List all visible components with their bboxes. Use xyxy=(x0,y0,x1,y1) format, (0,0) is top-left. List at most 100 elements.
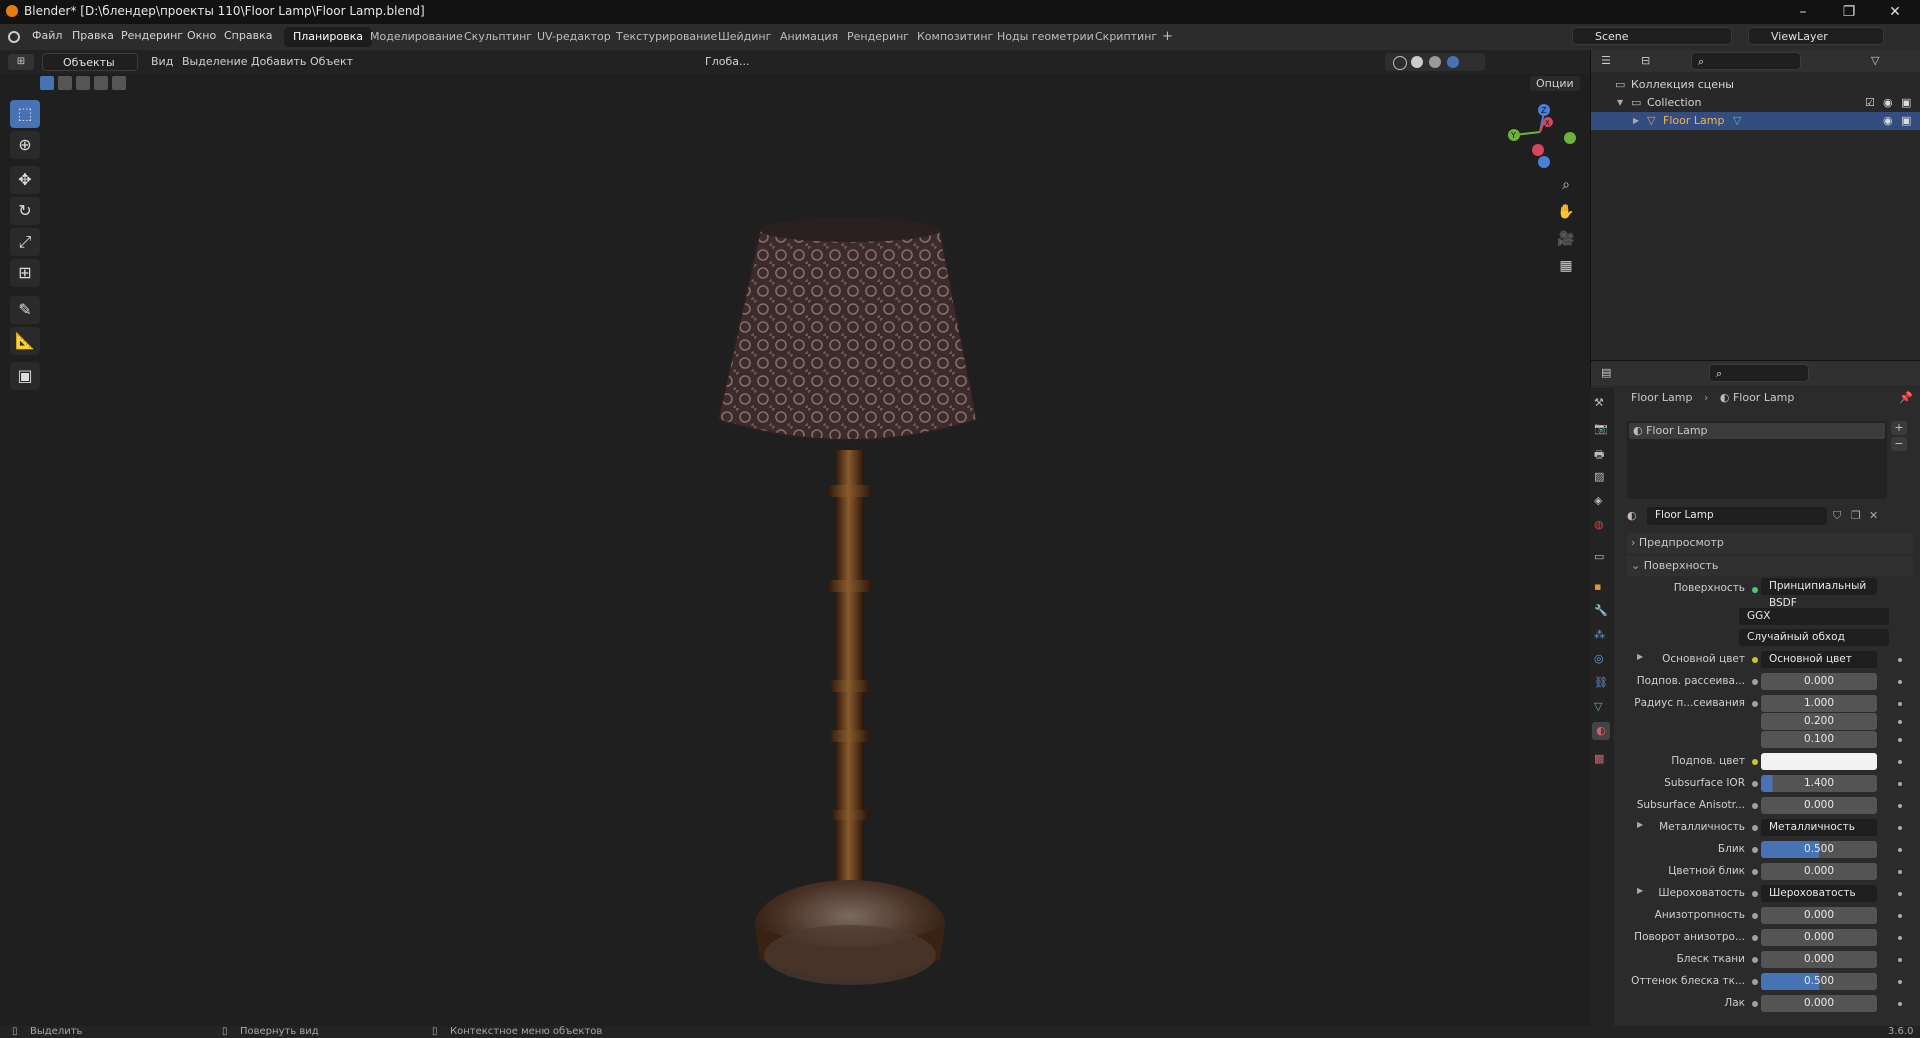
navigation-gizmo[interactable]: Z Y X xyxy=(1500,100,1580,170)
input-socket-icon[interactable] xyxy=(1752,847,1758,853)
solid-shading-icon[interactable] xyxy=(1411,56,1423,68)
shading-mode-buttons[interactable] xyxy=(1385,53,1485,71)
keyframe-dot-icon[interactable] xyxy=(1898,870,1902,874)
wireframe-shading-icon[interactable] xyxy=(1393,56,1407,70)
input-socket-icon[interactable] xyxy=(1752,869,1758,875)
physics-tab-icon[interactable]: ◎ xyxy=(1594,652,1604,665)
outliner-filter-view-icon[interactable]: ⊟ xyxy=(1641,54,1650,67)
measure-tool-icon[interactable]: 📐 xyxy=(10,327,40,355)
distribution-dropdown[interactable]: GGX xyxy=(1739,608,1889,625)
pin-icon[interactable]: 📌 xyxy=(1899,391,1913,404)
exclude-checkbox-icon[interactable]: ☑ xyxy=(1865,94,1875,112)
keyframe-dot-icon[interactable] xyxy=(1898,782,1902,786)
input-socket-icon[interactable] xyxy=(1752,803,1758,809)
keyframe-dot-icon[interactable] xyxy=(1898,738,1902,742)
visibility-eye-icon[interactable]: ◉ xyxy=(1883,94,1893,112)
tool-tab-icon[interactable]: ⚒ xyxy=(1594,396,1604,409)
linked-input-field[interactable]: Основной цвет xyxy=(1761,651,1877,668)
menu-help[interactable]: Справка xyxy=(224,29,272,42)
select-subtract-icon[interactable] xyxy=(76,76,90,90)
tab-layout[interactable]: Планировка xyxy=(284,27,372,47)
viewport-menu-add[interactable]: Добавить xyxy=(251,55,306,68)
keyframe-dot-icon[interactable] xyxy=(1898,720,1902,724)
camera-view-icon[interactable]: 🎥 xyxy=(1554,227,1578,251)
move-tool-icon[interactable]: ✥ xyxy=(10,166,40,194)
menu-file[interactable]: Файл xyxy=(32,29,62,42)
input-socket-icon[interactable] xyxy=(1752,781,1758,787)
material-browse-icon[interactable]: ◐ xyxy=(1627,509,1637,522)
subsurface-method-dropdown[interactable]: Случайный обход xyxy=(1739,629,1889,646)
render-camera-icon[interactable]: ▣ xyxy=(1901,94,1911,112)
material-slot-item[interactable]: ◐ Floor Lamp xyxy=(1629,423,1885,439)
menu-window[interactable]: Окно xyxy=(187,29,216,42)
input-socket-icon[interactable] xyxy=(1752,935,1758,941)
tab-animation[interactable]: Анимация xyxy=(771,27,847,47)
expand-arrow-icon[interactable]: ▼ xyxy=(1617,94,1623,112)
keyframe-dot-icon[interactable] xyxy=(1898,980,1902,984)
input-socket-icon[interactable] xyxy=(1752,679,1758,685)
maximize-button[interactable]: ❐ xyxy=(1826,0,1872,24)
perspective-grid-icon[interactable]: ▦ xyxy=(1554,254,1578,278)
texture-tab-icon[interactable]: ▩ xyxy=(1594,752,1604,765)
panel-preview[interactable]: › Предпросмотр xyxy=(1627,533,1913,553)
subsurface-color-swatch[interactable] xyxy=(1761,753,1877,770)
expand-arrow-icon[interactable]: ▶ xyxy=(1633,112,1639,130)
material-shading-icon[interactable] xyxy=(1429,56,1441,68)
keyframe-dot-icon[interactable] xyxy=(1898,804,1902,808)
zoom-icon[interactable]: ⌕ xyxy=(1554,173,1578,197)
outliner-row-scene-collection[interactable]: ▭ Коллекция сцены xyxy=(1591,76,1920,94)
duplicate-material-icon[interactable]: ❐ xyxy=(1851,509,1861,522)
options-dropdown[interactable]: Опции xyxy=(1530,76,1580,91)
input-socket-icon[interactable] xyxy=(1752,1001,1758,1007)
visibility-eye-icon[interactable]: ◉ xyxy=(1883,112,1893,130)
material-slot-list[interactable]: ◐ Floor Lamp xyxy=(1627,421,1887,499)
mesh-data-tab-icon[interactable]: ▽ xyxy=(1594,700,1602,713)
keyframe-dot-icon[interactable] xyxy=(1898,680,1902,684)
tab-shading[interactable]: Шейдинг xyxy=(709,27,780,47)
minimize-button[interactable]: – xyxy=(1780,0,1826,24)
axis-gizmo-icon[interactable]: Z Y X xyxy=(1500,100,1580,170)
object-tab-icon[interactable]: ▪ xyxy=(1594,580,1601,593)
select-box-tool-icon[interactable]: ⬚ xyxy=(10,100,40,128)
numeric-input-field[interactable]: 0.000 xyxy=(1761,673,1877,690)
add-workspace-button[interactable]: + xyxy=(1153,27,1182,47)
input-socket-icon[interactable] xyxy=(1752,979,1758,985)
transform-tool-icon[interactable]: ⊞ xyxy=(10,259,40,287)
fake-user-shield-icon[interactable]: ⛉ xyxy=(1833,509,1841,523)
viewport-menu-select[interactable]: Выделение xyxy=(182,55,248,68)
input-socket-icon[interactable] xyxy=(1752,913,1758,919)
properties-editor-icon[interactable]: ▤ xyxy=(1601,366,1611,379)
select-intersect-icon[interactable] xyxy=(112,76,126,90)
input-socket-icon[interactable] xyxy=(1752,701,1758,707)
numeric-input-field[interactable]: 0.500 xyxy=(1761,841,1877,858)
select-new-icon[interactable] xyxy=(40,76,54,90)
keyframe-dot-icon[interactable] xyxy=(1898,1002,1902,1006)
numeric-input-field[interactable]: 0.000 xyxy=(1761,995,1877,1012)
select-mode-buttons[interactable] xyxy=(40,76,126,90)
floor-lamp-model[interactable] xyxy=(700,210,1000,1000)
input-socket-icon[interactable] xyxy=(1752,891,1758,897)
close-button[interactable]: ✕ xyxy=(1872,0,1918,24)
numeric-input-field[interactable]: 0.000 xyxy=(1761,951,1877,968)
tab-rendering[interactable]: Рендеринг xyxy=(838,27,918,47)
outliner-search-input[interactable]: ⌕ xyxy=(1691,52,1801,70)
properties-search-input[interactable]: ⌕ xyxy=(1709,364,1809,382)
unlink-material-icon[interactable]: ✕ xyxy=(1869,509,1878,522)
viewport-menu-view[interactable]: Вид xyxy=(151,55,173,68)
select-extend-icon[interactable] xyxy=(58,76,72,90)
particles-tab-icon[interactable]: ⁂ xyxy=(1594,628,1605,641)
linked-input-field[interactable]: Шероховатость xyxy=(1761,885,1877,902)
numeric-input-field[interactable]: 1.400 xyxy=(1761,775,1877,792)
select-invert-icon[interactable] xyxy=(94,76,108,90)
collection-tab-icon[interactable]: ▭ xyxy=(1594,550,1604,563)
surface-shader-field[interactable]: Принципиальный BSDF xyxy=(1761,578,1877,609)
render-tab-icon[interactable]: 📷 xyxy=(1594,422,1608,435)
add-cube-tool-icon[interactable]: ▣ xyxy=(10,362,40,390)
linked-input-field[interactable]: Металличность xyxy=(1761,819,1877,836)
editor-type-icon[interactable]: ⊞ xyxy=(8,54,34,70)
keyframe-dot-icon[interactable] xyxy=(1898,936,1902,940)
keyframe-dot-icon[interactable] xyxy=(1898,914,1902,918)
pan-hand-icon[interactable]: ✋ xyxy=(1554,200,1578,224)
keyframe-dot-icon[interactable] xyxy=(1898,892,1902,896)
material-tab-icon[interactable]: ◐ xyxy=(1592,722,1610,740)
